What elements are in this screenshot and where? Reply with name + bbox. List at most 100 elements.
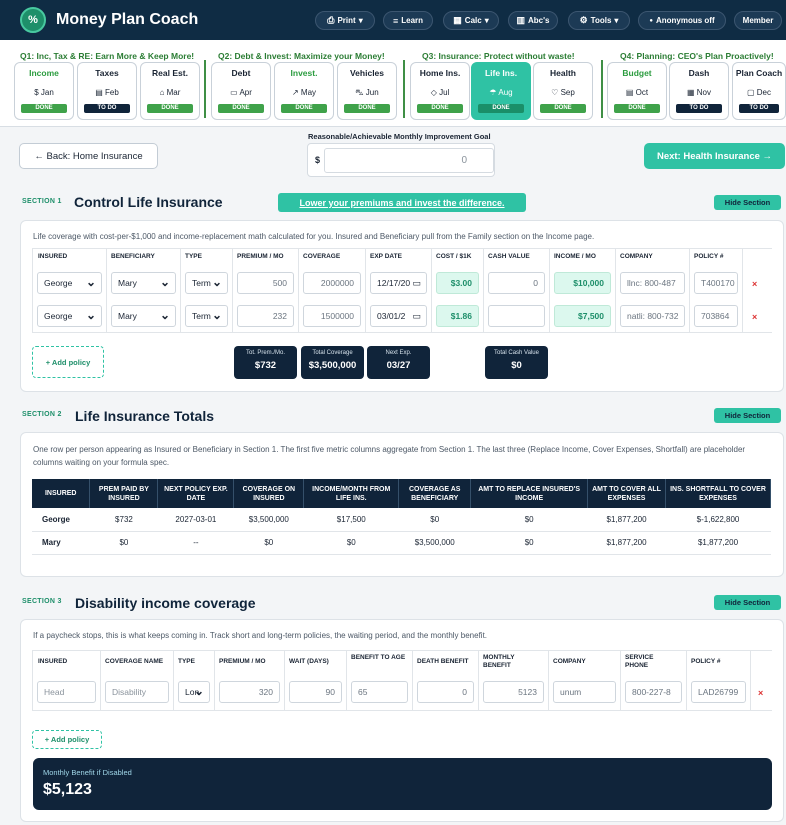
grid-rule <box>180 248 181 332</box>
status-badge: DONE <box>540 104 586 113</box>
grid-rule <box>214 650 215 710</box>
grid-rule <box>346 650 347 710</box>
hide-section-button[interactable]: Hide Section <box>714 408 781 423</box>
type-select[interactable]: Term <box>185 305 228 327</box>
company-input[interactable]: unum <box>553 681 616 703</box>
status-badge: DONE <box>218 104 264 113</box>
grid-rule <box>750 650 751 710</box>
month-card-debt[interactable]: Debt ▭ Apr DONE <box>211 62 271 120</box>
column-header: POLICY # <box>691 658 721 665</box>
column-header: COVERAGE ON INSURED <box>233 479 305 508</box>
remove-row-icon[interactable]: × <box>752 279 757 289</box>
column-header: INS. SHORTFALL TO COVER EXPENSES <box>665 479 771 508</box>
month-card-health[interactable]: Health ♡ Sep DONE <box>533 62 593 120</box>
month-card-life-ins[interactable]: Life Ins. ☂ Aug DONE <box>471 62 531 120</box>
coverage-input[interactable]: 1500000 <box>303 305 361 327</box>
back-button[interactable]: ← Back: Home Insurance <box>19 143 158 169</box>
policy-number-input[interactable]: T400170 <box>694 272 738 294</box>
tools-button[interactable]: ⚙ Tools ▾ <box>568 11 630 30</box>
status-badge: DONE <box>478 104 524 113</box>
column-header: PREMIUM / MO <box>237 253 284 260</box>
premium-input[interactable]: 320 <box>219 681 280 703</box>
logo-icon: % <box>20 7 46 33</box>
month-card-taxes[interactable]: Taxes ▤ Feb TO DO <box>77 62 137 120</box>
next-button[interactable]: Next: Health Insurance → <box>644 143 785 169</box>
section-description: Life coverage with cost-per-$1,000 and i… <box>33 232 595 241</box>
month-card-income[interactable]: Income $ Jan DONE <box>14 62 74 120</box>
member-button[interactable]: Member <box>734 11 782 30</box>
column-header: EXP DATE <box>370 253 402 260</box>
heart-icon: ♡ <box>551 88 559 97</box>
print-button[interactable]: ⎙ Print ▾ <box>315 11 375 30</box>
section-title: Disability income coverage <box>75 595 256 611</box>
exp-date-input[interactable]: 12/17/20 <box>370 272 427 294</box>
policy-number-input[interactable]: LAD26799 <box>691 681 746 703</box>
coverage-input[interactable]: 2000000 <box>303 272 361 294</box>
company-input[interactable]: natli: 800-732 <box>620 305 685 327</box>
type-select[interactable]: Lon <box>178 681 210 703</box>
beneficiary-select[interactable]: Mary <box>111 305 176 327</box>
umbrella-icon: ☂ <box>489 88 497 97</box>
premium-input[interactable]: 232 <box>237 305 294 327</box>
benefit-age-input[interactable]: 65 <box>351 681 408 703</box>
anonymous-toggle[interactable]: ● Anonymous off <box>638 11 726 30</box>
month-card-vehicles[interactable]: Vehicles ⛍ Jun DONE <box>337 62 397 120</box>
status-badge: DONE <box>281 104 327 113</box>
exp-date-input[interactable]: 03/01/2 <box>370 305 427 327</box>
column-header: CASH VALUE <box>488 253 530 260</box>
section-tag: SECTION 2 <box>22 411 62 418</box>
insured-select[interactable]: George <box>37 305 102 327</box>
next-expiration-stat: Next Exp. 03/27 <box>367 346 430 379</box>
cash-value-input[interactable] <box>488 305 545 327</box>
column-header: AMT TO COVER ALL EXPENSES <box>587 479 667 508</box>
month-card-home-ins[interactable]: Home Ins. ◇ Jul DONE <box>410 62 470 120</box>
company-input[interactable]: llnc: 800-487 <box>620 272 685 294</box>
add-policy-button[interactable]: + Add policy <box>32 730 102 749</box>
cash-value-input[interactable]: 0 <box>488 272 545 294</box>
remove-row-icon[interactable]: × <box>758 688 763 698</box>
remove-row-icon[interactable]: × <box>752 312 757 322</box>
month-card-plan-coach[interactable]: Plan Coach ▢ Dec TO DO <box>732 62 786 120</box>
beneficiary-select[interactable]: Mary <box>111 272 176 294</box>
grid-rule <box>173 650 174 710</box>
grid-rule <box>483 248 484 332</box>
coverage-name-input[interactable]: Disability <box>105 681 169 703</box>
grid-rule <box>689 248 690 332</box>
abcs-button[interactable]: ▥ Abc's <box>508 11 558 30</box>
currency-symbol: $ <box>315 155 321 165</box>
quarter-title: Q1: Inc, Tax & RE: Earn More & Keep More… <box>20 51 195 61</box>
chat-icon: ▢ <box>746 88 755 97</box>
learn-button[interactable]: ≡ Learn <box>383 11 433 30</box>
column-header: AMT TO REPLACE INSURED'S INCOME <box>470 479 589 508</box>
service-phone-input[interactable]: 800-227-8 <box>625 681 682 703</box>
column-header: BENEFIT TO AGE <box>351 654 406 661</box>
column-header: DEATH BENEFIT <box>417 658 469 665</box>
wait-days-input[interactable]: 90 <box>289 681 342 703</box>
type-select[interactable]: Term <box>185 272 228 294</box>
insured-select[interactable]: George <box>37 272 102 294</box>
death-benefit-input[interactable]: 0 <box>417 681 474 703</box>
chevron-down-icon: ▾ <box>614 16 619 25</box>
total-cash-value-stat: Total Cash Value $0 <box>485 346 548 379</box>
hide-section-button[interactable]: Hide Section <box>714 595 781 610</box>
month-card-dash[interactable]: Dash ▦ Nov TO DO <box>669 62 729 120</box>
grid-rule <box>32 248 772 249</box>
month-card-real-estate[interactable]: Real Est. ⌂ Mar DONE <box>140 62 200 120</box>
add-policy-button[interactable]: + Add policy <box>32 346 104 378</box>
month-card-invest[interactable]: Invest. ↗ May DONE <box>274 62 334 120</box>
table-cell: $0 <box>398 508 471 532</box>
table-cell: $0 <box>303 531 399 555</box>
month-card-budget[interactable]: Budget ▤ Oct DONE <box>607 62 667 120</box>
hide-section-button[interactable]: Hide Section <box>714 195 781 210</box>
monthly-benefit-input[interactable]: 5123 <box>483 681 544 703</box>
policy-number-input[interactable]: 703864 <box>694 305 738 327</box>
insured-input[interactable]: Head <box>37 681 96 703</box>
calc-button[interactable]: ▦ Calc ▾ <box>443 11 499 30</box>
grid-rule <box>478 650 479 710</box>
promo-link[interactable]: Lower your premiums and invest the diffe… <box>278 193 526 212</box>
premium-input[interactable]: 500 <box>237 272 294 294</box>
table-cell: $-1,622,800 <box>665 508 771 532</box>
grid-rule <box>615 248 616 332</box>
goal-input[interactable] <box>324 148 494 173</box>
table-cell: $1,877,200 <box>665 531 771 555</box>
